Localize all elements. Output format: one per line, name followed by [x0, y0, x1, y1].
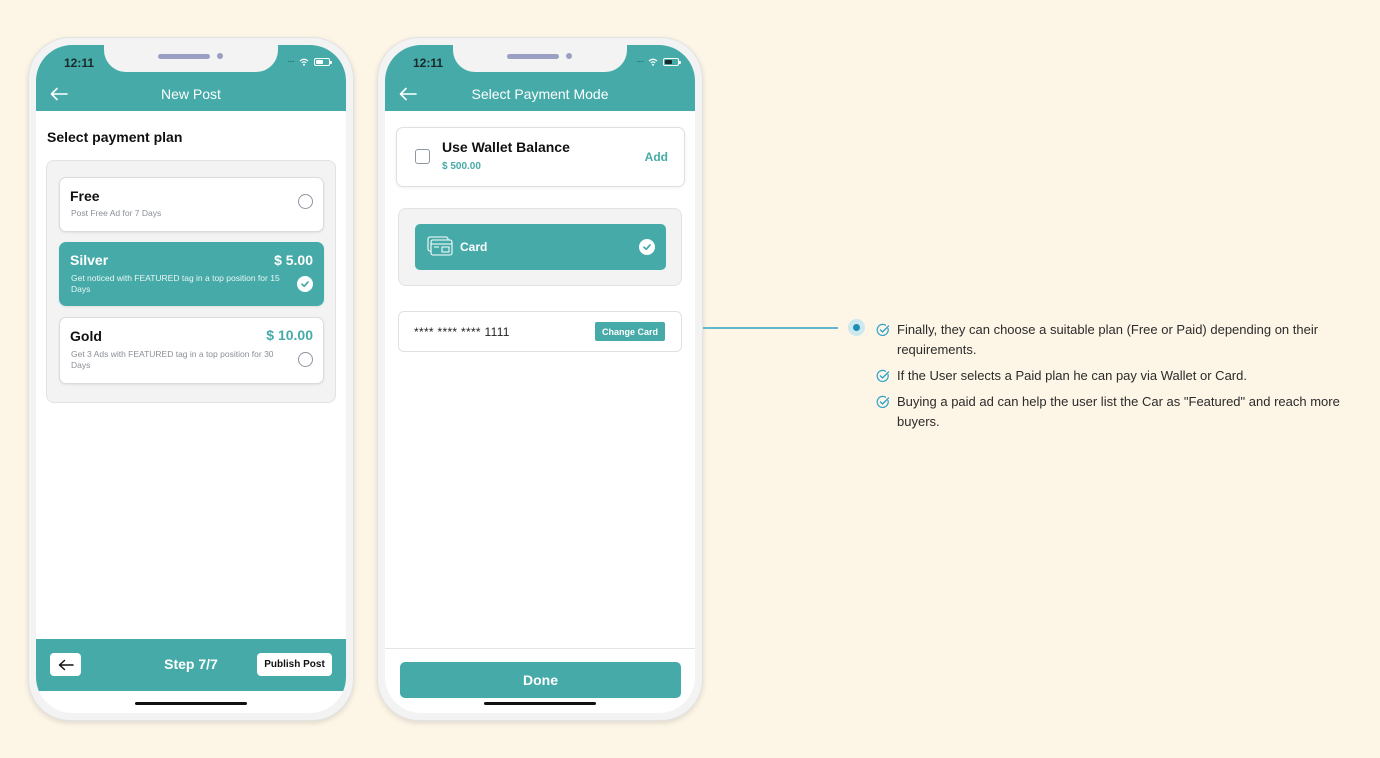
- camera: [217, 53, 223, 59]
- radio-unselected[interactable]: [298, 352, 313, 367]
- plan-price: $ 5.00: [274, 252, 313, 268]
- screen: 12:11 ···· New Post Select payment plan …: [36, 45, 346, 713]
- note-text: Buying a paid ad can help the user list …: [897, 394, 1340, 429]
- battery-icon: [663, 57, 681, 66]
- radio-unselected[interactable]: [298, 194, 313, 209]
- card-label: Card: [460, 240, 488, 254]
- plan-name: Silver: [70, 252, 109, 268]
- wallet-amount: $ 500.00: [442, 161, 481, 172]
- check-circle-icon: [876, 395, 890, 408]
- plan-price: $ 10.00: [266, 327, 313, 343]
- plan-description: Get noticed with FEATURED tag in a top p…: [71, 273, 280, 294]
- wifi-icon: [299, 58, 309, 66]
- add-funds-link[interactable]: Add: [645, 150, 668, 164]
- masked-card-number: **** **** **** 1111: [414, 325, 510, 339]
- plan-name: Gold: [70, 328, 102, 344]
- connector-line: [703, 327, 838, 329]
- speaker: [507, 54, 559, 59]
- plan-silver[interactable]: Silver $ 5.00 Get noticed with FEATURED …: [59, 242, 324, 306]
- status-icons: ····: [636, 57, 681, 66]
- divider: [385, 648, 695, 649]
- notch: [453, 45, 627, 72]
- footer-bar: Step 7/7 Publish Post: [36, 639, 346, 691]
- check-icon[interactable]: [297, 276, 313, 292]
- card-payment-option[interactable]: Card: [415, 224, 666, 270]
- plan-name: Free: [70, 188, 100, 204]
- done-button[interactable]: Done: [400, 662, 681, 698]
- speaker: [158, 54, 210, 59]
- note-item: Finally, they can choose a suitable plan…: [876, 320, 1346, 360]
- plan-gold[interactable]: Gold $ 10.00 Get 3 Ads with FEATURED tag…: [59, 317, 324, 384]
- plans-container: Free Post Free Ad for 7 Days Silver $ 5.…: [46, 160, 336, 403]
- wallet-title: Use Wallet Balance: [442, 139, 570, 155]
- note-text: If the User selects a Paid plan he can p…: [897, 368, 1247, 383]
- section-title: Select payment plan: [47, 129, 183, 145]
- saved-card: **** **** **** 1111 Change Card: [398, 311, 682, 352]
- card-option-container: Card: [398, 208, 682, 286]
- change-card-button[interactable]: Change Card: [595, 322, 665, 341]
- publish-post-button[interactable]: Publish Post: [257, 653, 332, 676]
- home-indicator: [484, 702, 596, 705]
- phone-new-post: 12:11 ···· New Post Select payment plan …: [28, 37, 354, 721]
- home-indicator: [135, 702, 247, 705]
- annotation-dot-inner: [853, 324, 860, 331]
- camera: [566, 53, 572, 59]
- status-icons: ····: [287, 57, 332, 66]
- check-circle-icon: [876, 369, 890, 382]
- plan-free[interactable]: Free Post Free Ad for 7 Days: [59, 177, 324, 232]
- wallet-balance-option: Use Wallet Balance $ 500.00 Add: [396, 127, 685, 187]
- nav-title: Select Payment Mode: [471, 86, 609, 102]
- note-item: Buying a paid ad can help the user list …: [876, 392, 1346, 432]
- status-time: 12:11: [413, 56, 444, 70]
- wifi-icon: [648, 58, 658, 66]
- screen: 12:11 ···· Select Payment Mode Use Walle…: [385, 45, 695, 713]
- note-text: Finally, they can choose a suitable plan…: [897, 322, 1319, 357]
- app-header: 12:11 ···· New Post: [36, 45, 346, 111]
- check-circle-icon: [876, 323, 890, 336]
- annotation-dot: [848, 319, 865, 336]
- phone-payment-mode: 12:11 ···· Select Payment Mode Use Walle…: [377, 37, 703, 721]
- app-header: 12:11 ···· Select Payment Mode: [385, 45, 695, 111]
- wallet-checkbox[interactable]: [415, 149, 430, 164]
- notch: [104, 45, 278, 72]
- check-icon: [639, 239, 655, 255]
- plan-description: Post Free Ad for 7 Days: [71, 208, 162, 218]
- note-item: If the User selects a Paid plan he can p…: [876, 366, 1346, 386]
- nav-title: New Post: [161, 86, 221, 102]
- annotation-notes: Finally, they can choose a suitable plan…: [876, 320, 1346, 438]
- plan-description: Get 3 Ads with FEATURED tag in a top pos…: [71, 349, 274, 370]
- signal-icon: ····: [287, 57, 295, 66]
- battery-icon: [314, 57, 332, 66]
- credit-card-icon: [427, 236, 453, 256]
- status-time: 12:11: [64, 56, 95, 70]
- signal-icon: ····: [636, 57, 644, 66]
